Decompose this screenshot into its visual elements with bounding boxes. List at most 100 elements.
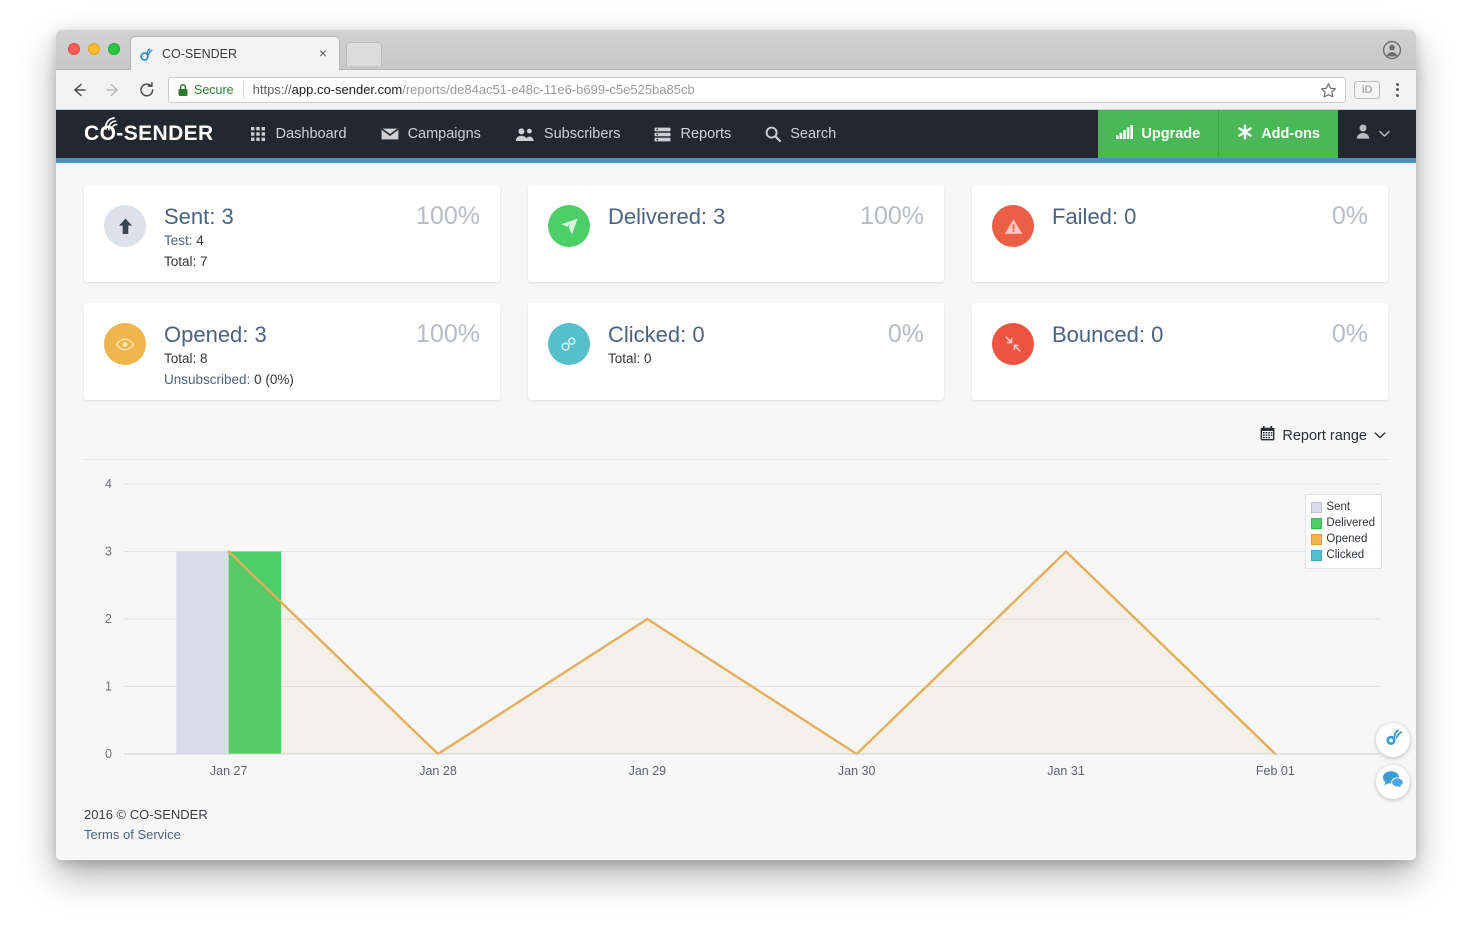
- co-sender-mark-icon: [1383, 727, 1404, 753]
- stat-percent: 100%: [416, 320, 480, 348]
- legend-swatch: [1311, 549, 1323, 561]
- forward-button[interactable]: [100, 77, 126, 103]
- browser-profile-avatar-icon[interactable]: [1382, 40, 1402, 60]
- stat-percent: 100%: [416, 202, 480, 230]
- report-range-row: Report range: [84, 426, 1388, 445]
- close-tab-button[interactable]: ×: [315, 45, 331, 62]
- chart-canvas: 0 1 2 3 4 Jan 27 Jan 28 Jan 29 Jan 30 Jan 31 Feb 0…: [105, 477, 1380, 778]
- svg-text:3: 3: [105, 545, 112, 559]
- lock-icon: [177, 83, 189, 97]
- co-sender-badge-button[interactable]: [1376, 723, 1410, 757]
- report-page: Sent: 3 Test: 4 Total: 7 100% Delivered:: [56, 163, 1416, 859]
- url-scheme: https://: [252, 82, 292, 97]
- stat-sub: Test: 4: [164, 231, 234, 250]
- stat-percent: 0%: [887, 320, 924, 348]
- stat-card-body: Failed: 0: [1052, 203, 1136, 229]
- stat-title: Bounced: 0: [1052, 322, 1164, 347]
- back-button[interactable]: [66, 77, 92, 103]
- stat-title: Failed: 0: [1052, 204, 1137, 229]
- stat-card-sent[interactable]: Sent: 3 Test: 4 Total: 7 100%: [84, 185, 500, 282]
- svg-text:Jan 27: Jan 27: [210, 764, 248, 778]
- nav-item-label: Reports: [680, 126, 732, 142]
- eye-icon: [104, 323, 146, 365]
- legend-item-opened[interactable]: Opened: [1311, 531, 1375, 547]
- upgrade-button[interactable]: Upgrade: [1098, 110, 1219, 158]
- legend-swatch: [1311, 517, 1323, 529]
- terms-of-service-link[interactable]: Terms of Service: [84, 825, 208, 845]
- asterisk-icon: [1237, 124, 1253, 144]
- report-range-button[interactable]: Report range: [1260, 426, 1386, 445]
- report-chart[interactable]: 0 1 2 3 4 Jan 27 Jan 28 Jan 29 Jan 30 Jan 31 Feb 0…: [84, 476, 1388, 788]
- browser-toolbar: Secure https://app.co-sender.com/reports…: [56, 70, 1416, 110]
- minimize-window-button[interactable]: [88, 43, 100, 55]
- stat-card-body: Sent: 3 Test: 4 Total: 7: [164, 203, 234, 271]
- nav-item-dashboard[interactable]: Dashboard: [234, 110, 364, 158]
- legend-item-sent[interactable]: Sent: [1311, 499, 1375, 515]
- svg-text:0: 0: [105, 747, 112, 761]
- stat-card-clicked[interactable]: Clicked: 0 Total: 0 0%: [528, 303, 944, 400]
- svg-text:2: 2: [105, 612, 112, 626]
- tab-strip: CO-SENDER ×: [56, 30, 1416, 70]
- stat-card-grid: Sent: 3 Test: 4 Total: 7 100% Delivered:: [84, 185, 1388, 400]
- close-window-button[interactable]: [68, 43, 80, 55]
- extension-id-icon[interactable]: iD: [1354, 80, 1380, 99]
- stat-title: Opened: 3: [164, 322, 267, 347]
- nav-item-campaigns[interactable]: Campaigns: [364, 110, 498, 158]
- link-chain-icon: [548, 323, 590, 365]
- nav-item-subscribers[interactable]: Subscribers: [498, 110, 638, 158]
- browser-tab[interactable]: CO-SENDER ×: [130, 36, 340, 70]
- browser-window: CO-SENDER × Secure https://app.co-sender…: [56, 30, 1416, 860]
- user-menu-button[interactable]: [1338, 110, 1416, 158]
- nav-item-search[interactable]: Search: [748, 110, 853, 158]
- stat-title: Delivered: 3: [608, 204, 726, 229]
- reload-button[interactable]: [134, 77, 160, 103]
- nav-item-label: Subscribers: [543, 126, 621, 142]
- stat-card-delivered[interactable]: Delivered: 3 100%: [528, 185, 944, 282]
- bookmark-star-icon[interactable]: [1320, 82, 1337, 104]
- address-bar[interactable]: Secure https://app.co-sender.com/reports…: [168, 76, 1346, 104]
- svg-text:4: 4: [105, 477, 112, 491]
- brand-logo[interactable]: CO-SENDER: [56, 110, 234, 158]
- legend-item-delivered[interactable]: Delivered: [1311, 515, 1375, 531]
- nav-item-label: Dashboard: [275, 126, 347, 142]
- stat-sub: Unsubscribed: 0 (0%): [164, 370, 294, 389]
- stat-percent: 0%: [1331, 202, 1368, 230]
- chart-container: 0 1 2 3 4 Jan 27 Jan 28 Jan 29 Jan 30 Jan 31 Feb 0…: [84, 459, 1388, 788]
- legend-label: Clicked: [1326, 549, 1365, 561]
- chart-legend: Sent Delivered Opened Clicked: [1305, 494, 1382, 569]
- nav-item-label: Search: [790, 126, 837, 142]
- chat-widget-button[interactable]: [1376, 765, 1410, 799]
- url-host: app.co-sender.com: [291, 82, 403, 97]
- signal-bars-icon: [1116, 125, 1134, 143]
- stat-card-body: Clicked: 0 Total: 0: [608, 321, 705, 368]
- stat-sub: Total: 0: [608, 349, 705, 368]
- stat-sub-value: 0: [644, 351, 652, 366]
- svg-text:Jan 29: Jan 29: [629, 764, 667, 778]
- upgrade-label: Upgrade: [1141, 126, 1201, 142]
- report-range-label: Report range: [1282, 427, 1367, 444]
- addons-button[interactable]: Add-ons: [1218, 110, 1338, 158]
- grid-icon: [250, 126, 267, 142]
- window-traffic-lights: [68, 43, 120, 55]
- svg-text:1: 1: [105, 680, 112, 694]
- maximize-window-button[interactable]: [108, 43, 120, 55]
- stat-sub-key: Unsubscribed:: [164, 372, 251, 387]
- new-tab-button[interactable]: [346, 42, 382, 66]
- svg-text:Feb 01: Feb 01: [1256, 764, 1295, 778]
- legend-item-clicked[interactable]: Clicked: [1311, 547, 1375, 563]
- compress-arrows-icon: [992, 323, 1034, 365]
- stat-sub-value: 4: [196, 233, 204, 248]
- stat-card-failed[interactable]: Failed: 0 0%: [972, 185, 1388, 282]
- legend-label: Delivered: [1326, 517, 1375, 529]
- url-path: /reports/de84ac51-e48c-11e6-b699-c5e525b…: [402, 82, 695, 97]
- stat-card-bounced[interactable]: Bounced: 0 0%: [972, 303, 1388, 400]
- stat-card-opened[interactable]: Opened: 3 Total: 8 Unsubscribed: 0 (0%) …: [84, 303, 500, 400]
- calendar-icon: [1260, 426, 1275, 445]
- legend-swatch: [1311, 533, 1323, 545]
- co-sender-favicon-icon: [139, 46, 155, 62]
- browser-menu-button[interactable]: [1388, 82, 1406, 97]
- legend-swatch: [1311, 501, 1323, 513]
- nav-item-reports[interactable]: Reports: [637, 110, 748, 158]
- arrow-up-icon: [104, 205, 146, 247]
